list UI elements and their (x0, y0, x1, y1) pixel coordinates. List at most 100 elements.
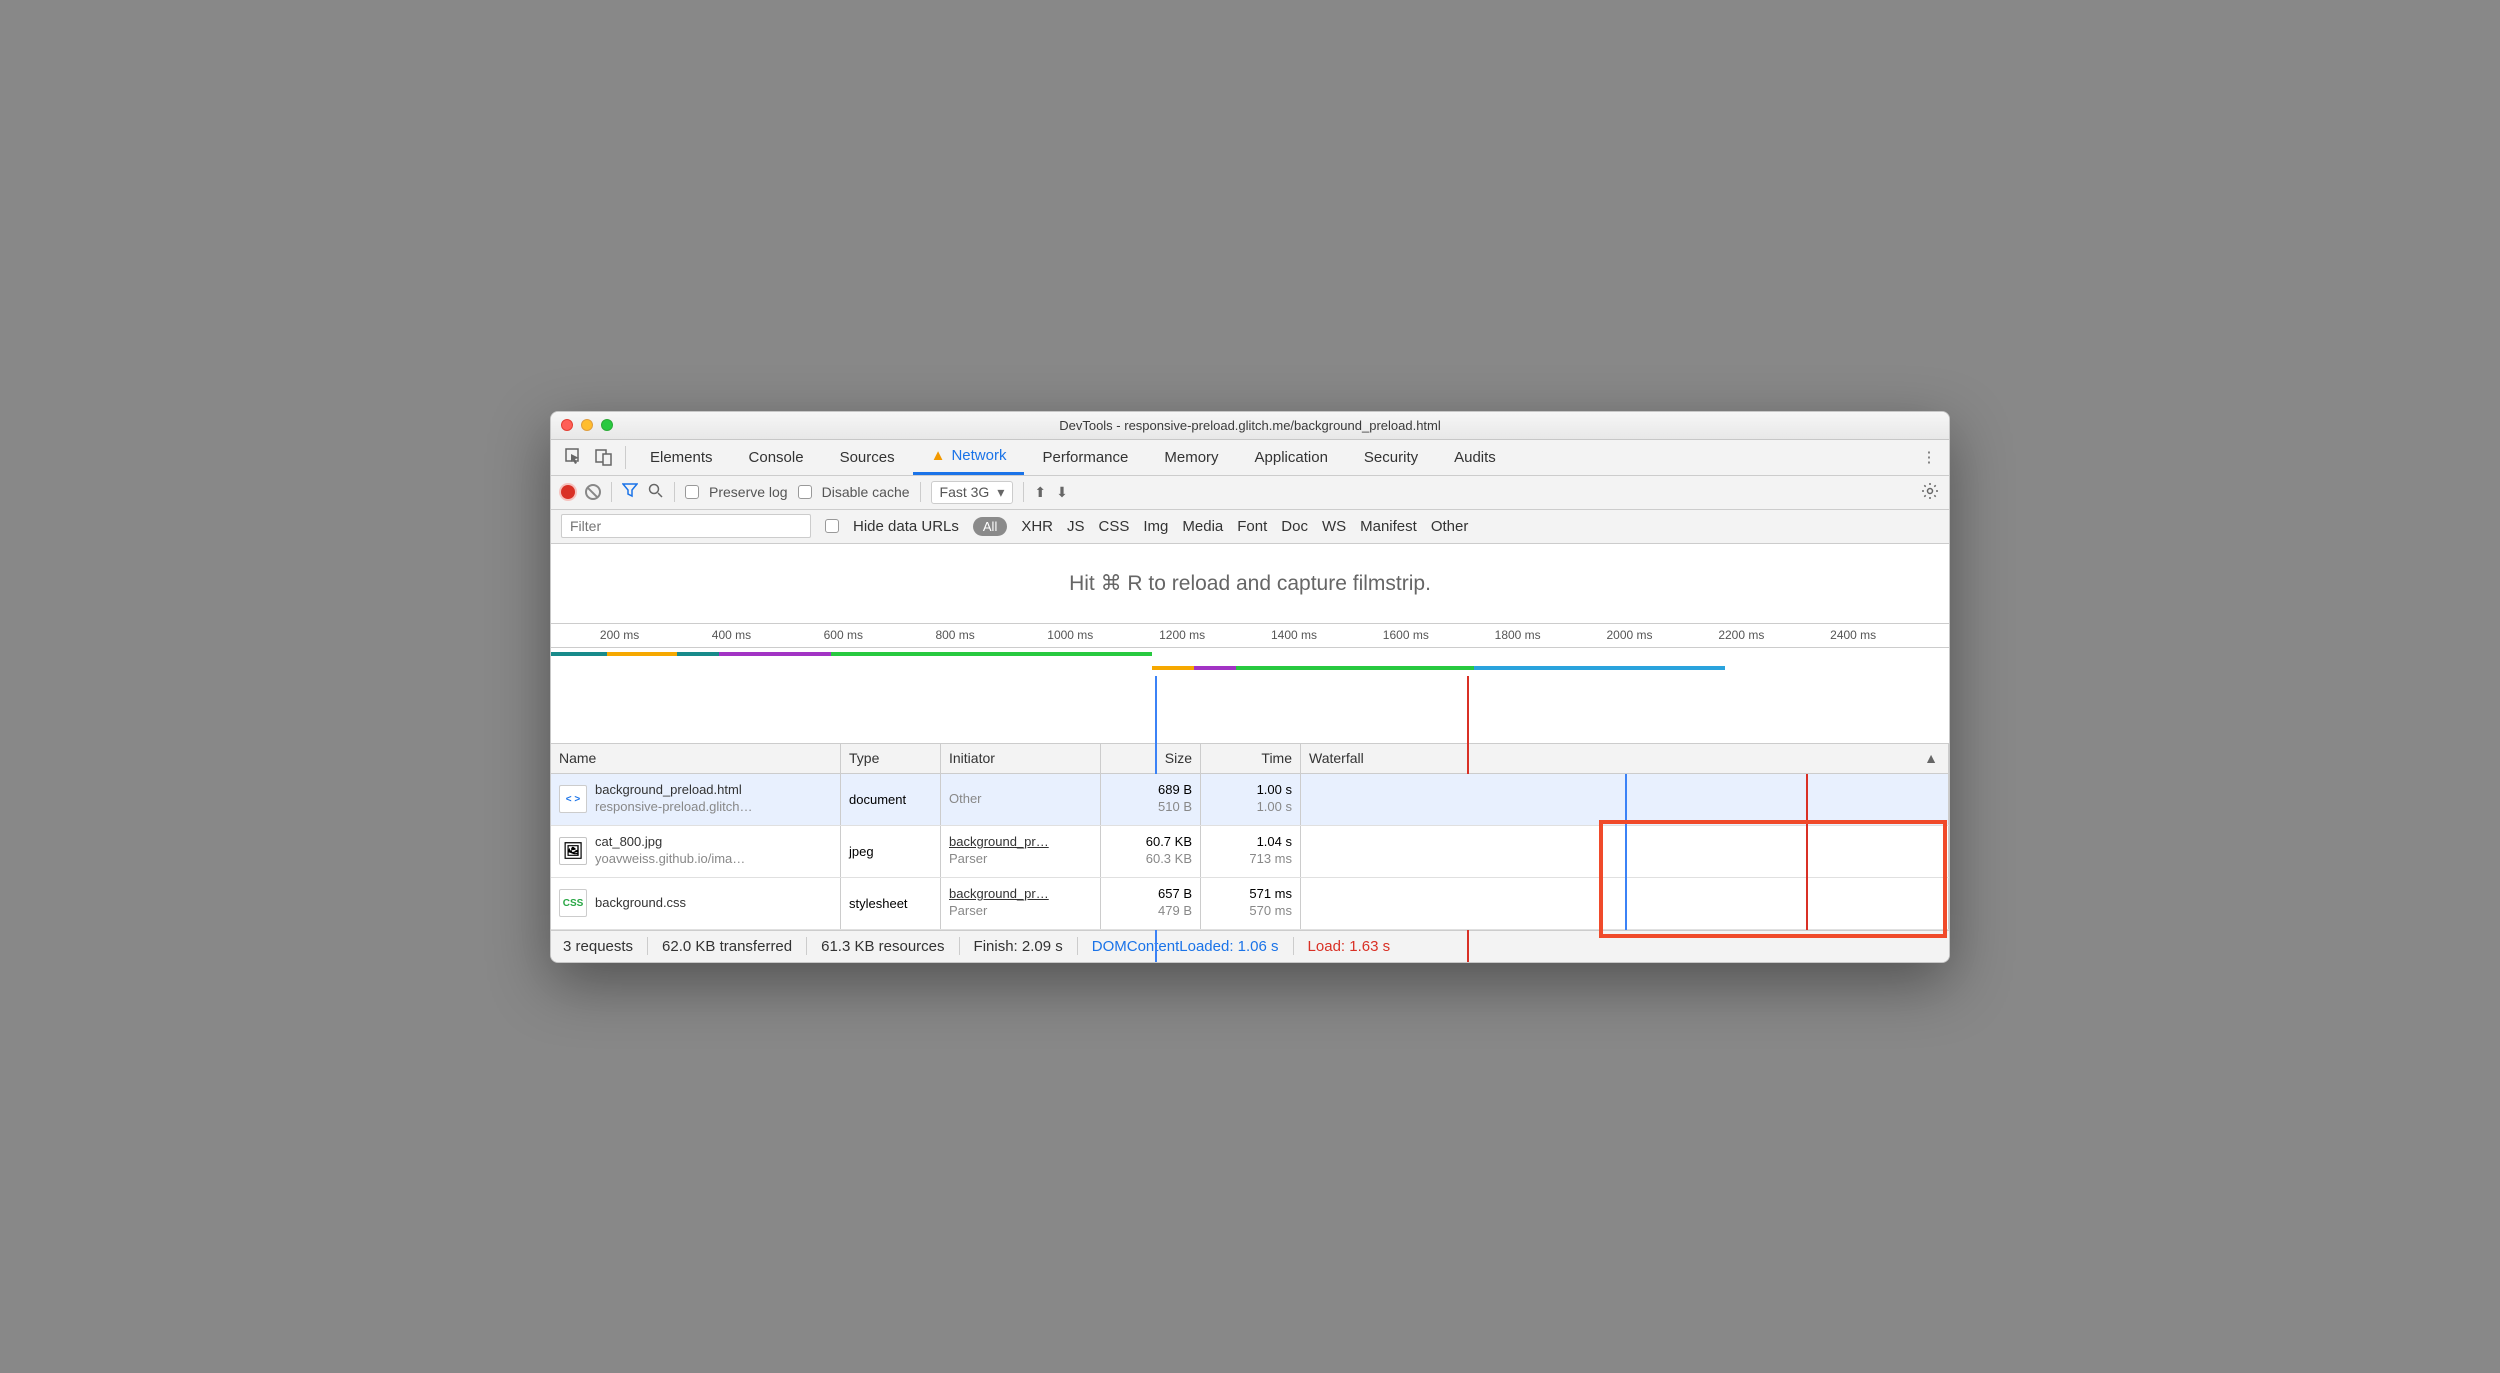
overview-bar-row-1 (551, 648, 1949, 662)
request-name: background_preload.html (595, 782, 753, 799)
load-marker-line (1806, 774, 1808, 930)
timeline-tick: 200 ms (600, 628, 639, 642)
network-toolbar: Preserve log Disable cache Fast 3G ▾ ⬆ ⬇ (551, 476, 1949, 510)
tab-label: Network (951, 447, 1006, 464)
separator (959, 937, 960, 955)
timeline-ruler: 200 ms 400 ms 600 ms 800 ms 1000 ms 1200… (551, 624, 1949, 648)
timeline-tick: 2000 ms (1606, 628, 1652, 642)
tab-elements[interactable]: Elements (632, 440, 731, 475)
col-header-waterfall[interactable]: Waterfall▲ (1301, 744, 1949, 773)
tab-sources[interactable]: Sources (822, 440, 913, 475)
filmstrip-placeholder: Hit ⌘ R to reload and capture filmstrip. (551, 544, 1949, 624)
timeline-tick: 2400 ms (1830, 628, 1876, 642)
timeline-tick: 1600 ms (1383, 628, 1429, 642)
filter-bar: Hide data URLs All XHR JS CSS Img Media … (551, 510, 1949, 544)
filter-type-all[interactable]: All (973, 517, 1007, 536)
tab-application[interactable]: Application (1237, 440, 1346, 475)
status-transferred: 62.0 KB transferred (662, 938, 792, 955)
filter-type-media[interactable]: Media (1182, 518, 1223, 535)
request-name: cat_800.jpg (595, 834, 745, 851)
preserve-log-checkbox[interactable] (685, 485, 699, 499)
tab-memory[interactable]: Memory (1146, 440, 1236, 475)
filter-type-manifest[interactable]: Manifest (1360, 518, 1417, 535)
preserve-log-label: Preserve log (709, 484, 788, 500)
request-initiator[interactable]: background_pr… (949, 886, 1049, 903)
tab-network[interactable]: ▲ Network (913, 440, 1025, 475)
tab-label: Sources (840, 449, 895, 466)
settings-icon[interactable] (1921, 482, 1939, 503)
tab-label: Performance (1042, 449, 1128, 466)
filter-type-ws[interactable]: WS (1322, 518, 1346, 535)
request-initiator: Other (949, 791, 982, 808)
timeline-tick: 1800 ms (1495, 628, 1541, 642)
search-icon[interactable] (648, 483, 664, 502)
request-name: background.css (595, 895, 686, 912)
css-file-icon: CSS (559, 889, 587, 917)
timeline-tick: 1000 ms (1047, 628, 1093, 642)
clear-icon[interactable] (585, 484, 601, 500)
status-resources: 61.3 KB resources (821, 938, 944, 955)
status-bar: 3 requests 62.0 KB transferred 61.3 KB r… (551, 930, 1949, 962)
timeline-tick: 600 ms (824, 628, 863, 642)
request-size-sub: 479 B (1158, 903, 1192, 920)
hide-data-urls-checkbox[interactable] (825, 519, 839, 533)
tab-label: Console (749, 449, 804, 466)
request-initiator-sub: Parser (949, 851, 1049, 868)
throttling-value: Fast 3G (940, 484, 990, 500)
request-initiator-sub: Parser (949, 903, 1049, 920)
panel-tab-strip: Elements Console Sources ▲ Network Perfo… (551, 440, 1949, 476)
sort-arrow-icon: ▲ (1924, 750, 1938, 766)
throttling-select[interactable]: Fast 3G ▾ (931, 481, 1014, 504)
filter-type-doc[interactable]: Doc (1281, 518, 1308, 535)
request-row[interactable]: 🖼 cat_800.jpg yoavweiss.github.io/ima… j… (551, 826, 1949, 878)
timeline-overview[interactable]: 200 ms 400 ms 600 ms 800 ms 1000 ms 1200… (551, 624, 1949, 744)
timeline-tick: 800 ms (935, 628, 974, 642)
disable-cache-checkbox[interactable] (798, 485, 812, 499)
filter-type-xhr[interactable]: XHR (1021, 518, 1053, 535)
request-size: 689 B (1158, 782, 1192, 799)
separator (1077, 937, 1078, 955)
status-dcl: DOMContentLoaded: 1.06 s (1092, 938, 1279, 955)
filter-type-css[interactable]: CSS (1099, 518, 1130, 535)
filter-type-other[interactable]: Other (1431, 518, 1469, 535)
window-title: DevTools - responsive-preload.glitch.me/… (551, 418, 1949, 433)
request-time-sub: 1.00 s (1257, 799, 1292, 816)
status-finish: Finish: 2.09 s (974, 938, 1063, 955)
request-type: document (849, 792, 906, 807)
request-row[interactable]: < > background_preload.html responsive-p… (551, 774, 1949, 826)
titlebar: DevTools - responsive-preload.glitch.me/… (551, 412, 1949, 440)
filter-input[interactable] (561, 514, 811, 538)
tab-audits[interactable]: Audits (1436, 440, 1514, 475)
tab-security[interactable]: Security (1346, 440, 1436, 475)
separator (674, 482, 675, 502)
disable-cache-label: Disable cache (822, 484, 910, 500)
tab-console[interactable]: Console (731, 440, 822, 475)
request-initiator[interactable]: background_pr… (949, 834, 1049, 851)
request-type: stylesheet (849, 896, 908, 911)
more-menu-icon[interactable]: ⋮ (1917, 440, 1941, 475)
tab-label: Audits (1454, 449, 1496, 466)
request-size: 657 B (1158, 886, 1192, 903)
record-button[interactable] (561, 485, 575, 499)
separator (611, 482, 612, 502)
dcl-marker-line (1625, 774, 1627, 930)
filter-type-js[interactable]: JS (1067, 518, 1085, 535)
filmstrip-message-text: Hit ⌘ R to reload and capture filmstrip. (1069, 571, 1431, 596)
inspect-icon[interactable] (559, 440, 589, 475)
download-har-icon[interactable]: ⬇ (1056, 484, 1068, 501)
separator (625, 446, 626, 469)
request-row[interactable]: CSS background.css stylesheet background… (551, 878, 1949, 930)
tab-performance[interactable]: Performance (1024, 440, 1146, 475)
filter-type-font[interactable]: Font (1237, 518, 1267, 535)
filter-type-img[interactable]: Img (1143, 518, 1168, 535)
hide-data-urls-label: Hide data URLs (853, 518, 959, 535)
separator (1293, 937, 1294, 955)
timeline-tick: 1200 ms (1159, 628, 1205, 642)
request-size: 60.7 KB (1146, 834, 1192, 851)
device-toggle-icon[interactable] (589, 440, 619, 475)
timeline-tick: 400 ms (712, 628, 751, 642)
upload-har-icon[interactable]: ⬆ (1034, 484, 1046, 501)
filter-toggle-icon[interactable] (622, 482, 638, 503)
timeline-tick: 2200 ms (1718, 628, 1764, 642)
request-table: < > background_preload.html responsive-p… (551, 774, 1949, 930)
